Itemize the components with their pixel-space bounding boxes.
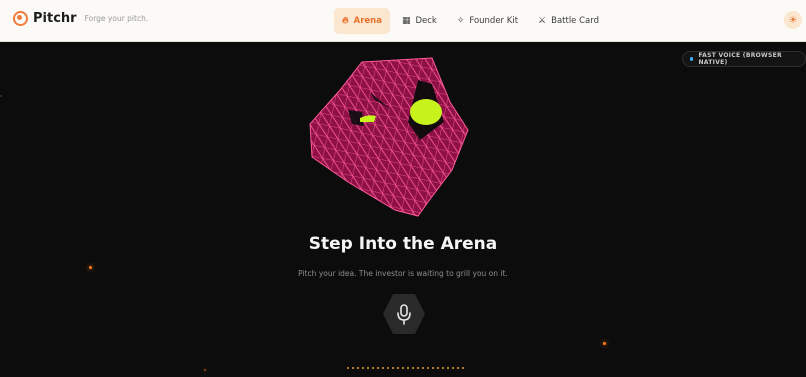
status-dot bbox=[690, 57, 694, 61]
brand-tagline: Forge your pitch. bbox=[84, 14, 149, 23]
sun-icon: ☀ bbox=[788, 14, 798, 26]
nav-tab-label: Founder Kit bbox=[469, 16, 519, 26]
ember-particle bbox=[0, 95, 2, 97]
page-title: Step Into the Arena bbox=[308, 234, 498, 254]
ember-particle bbox=[89, 266, 92, 269]
nav-tab-arena[interactable]: 🔥︎ Arena bbox=[334, 8, 390, 34]
nav-tab-label: Arena bbox=[353, 16, 382, 26]
nav-tab-label: Battle Card bbox=[551, 16, 599, 26]
ember-particle bbox=[204, 369, 206, 371]
orb-eye-right bbox=[410, 99, 442, 125]
nav-tab-label: Deck bbox=[415, 16, 437, 26]
nav-tab-founder-kit[interactable]: ✧ Founder Kit bbox=[449, 8, 526, 34]
sparkle-icon: ✧ bbox=[456, 15, 465, 26]
brand-name: Pitchr bbox=[33, 11, 77, 26]
ember-particle bbox=[603, 342, 606, 345]
brand[interactable]: Pitchr Forge your pitch. bbox=[13, 11, 148, 26]
nav-tab-battle-card[interactable]: ⚔ Battle Card bbox=[530, 8, 607, 34]
top-navbar: Pitchr Forge your pitch. 🔥︎ Arena ▦ Deck… bbox=[0, 0, 806, 42]
target-icon bbox=[13, 11, 28, 26]
grid-icon: ▦ bbox=[401, 15, 411, 26]
nav-tab-deck[interactable]: ▦ Deck bbox=[394, 8, 445, 34]
crossed-swords-icon: ⚔ bbox=[538, 15, 547, 26]
investor-avatar-orb bbox=[309, 57, 469, 217]
theme-toggle-button[interactable]: ☀ bbox=[784, 11, 802, 29]
page-subtitle: Pitch your idea. The investor is waiting… bbox=[298, 269, 508, 278]
voice-mode-badge[interactable]: FAST VOICE (BROWSER NATIVE) bbox=[682, 51, 806, 67]
main-nav: 🔥︎ Arena ▦ Deck ✧ Founder Kit ⚔ Battle C… bbox=[334, 8, 607, 34]
microphone-button[interactable] bbox=[382, 293, 426, 335]
flame-icon: 🔥︎ bbox=[342, 15, 349, 26]
voice-mode-label: FAST VOICE (BROWSER NATIVE) bbox=[698, 52, 782, 66]
audio-level-indicator bbox=[347, 367, 464, 369]
